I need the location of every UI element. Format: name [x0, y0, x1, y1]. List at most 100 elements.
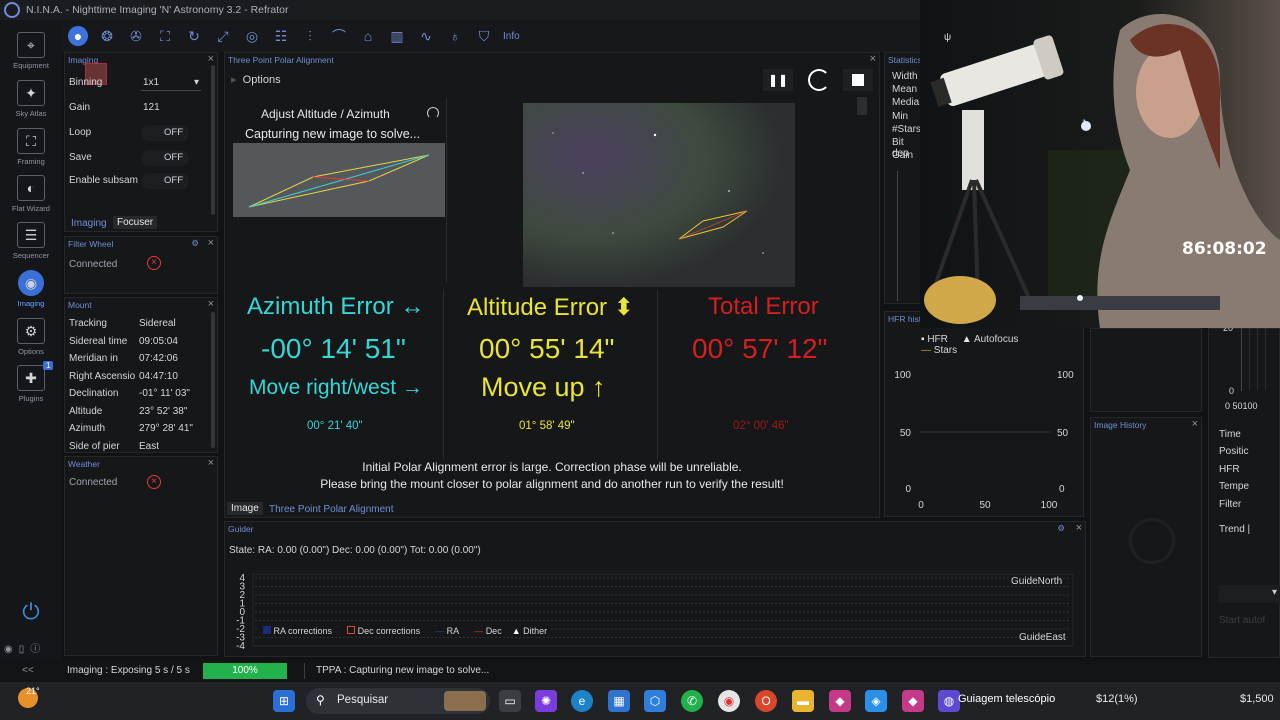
focus-icon[interactable]: ⛶ [155, 26, 175, 46]
chrome-icon[interactable]: ◉ [718, 690, 740, 712]
weather-header: Weather × [65, 457, 217, 471]
close-icon[interactable]: × [1076, 522, 1082, 534]
plugins-badge: 1 [43, 361, 54, 370]
info-label[interactable]: Info [503, 31, 520, 42]
windows-start-icon[interactable]: ⊞ [273, 690, 295, 712]
nav-imaging[interactable]: ◉ Imaging [0, 270, 62, 308]
af-grid-line [1257, 327, 1258, 391]
tab-image[interactable]: Image [227, 502, 263, 515]
adjust-icon[interactable]: ⫶ [300, 26, 320, 46]
hfr-y-tick: 100 [894, 370, 911, 381]
close-icon[interactable]: × [870, 53, 876, 65]
azimuth-error-heading: Azimuth Error ↔ [247, 293, 425, 320]
gain-input[interactable]: 121 [143, 102, 160, 113]
opera-icon[interactable]: O [755, 690, 777, 712]
bulb-icon[interactable]: ♁ [445, 26, 465, 46]
app-blue-icon[interactable]: ◈ [865, 690, 887, 712]
nav-flat-wizard[interactable]: ◐ Flat Wizard [0, 175, 62, 213]
telescope-icon[interactable]: ⤢ [213, 26, 233, 46]
obs-icon[interactable]: ◍ [938, 690, 960, 712]
divider [446, 97, 447, 283]
close-icon[interactable]: × [208, 53, 214, 65]
disconnected-icon[interactable]: × [147, 256, 161, 270]
task-view-icon[interactable]: ▭ [499, 690, 521, 712]
close-icon[interactable]: × [1192, 418, 1198, 430]
close-icon[interactable]: × [208, 298, 214, 310]
save-label: Save [69, 152, 92, 163]
hfr-y-tick-right: 100 [1057, 370, 1074, 381]
altitude-sub-value: 01° 58' 49" [519, 420, 575, 432]
scrollbar[interactable] [211, 65, 215, 215]
loop-toggle[interactable]: OFF [141, 125, 189, 141]
close-icon[interactable]: × [208, 457, 214, 469]
close-icon[interactable]: × [208, 237, 214, 249]
disconnected-icon[interactable]: × [147, 475, 161, 489]
observatory-icon[interactable]: ⌂ [358, 26, 378, 46]
subsample-toggle[interactable]: OFF [141, 173, 189, 189]
stop-button[interactable] [843, 69, 873, 91]
hfr-y-tick-right: 50 [1057, 428, 1069, 439]
camera-icon[interactable]: ❂ [97, 26, 117, 46]
filter-wheel-status: Connected [69, 259, 118, 270]
save-toggle[interactable]: OFF [141, 150, 189, 166]
imaging-dock-icon[interactable]: ● [68, 26, 88, 46]
app-pink-icon[interactable]: ◆ [829, 690, 851, 712]
scrollbar[interactable] [857, 97, 867, 115]
nav-framing[interactable]: ⛶ Framing [0, 128, 62, 166]
rotator-icon[interactable]: ↻ [184, 26, 204, 46]
tab-imaging[interactable]: Imaging [67, 217, 111, 230]
dome-icon[interactable]: ⌒ [329, 26, 349, 46]
nav-plugins[interactable]: ✚ Plugins 1 [0, 361, 62, 403]
mount-header: Mount × [65, 298, 217, 312]
start-autofocus-button[interactable]: Start autof [1219, 615, 1265, 626]
copilot-icon[interactable]: ✺ [535, 690, 557, 712]
whatsapp-icon[interactable]: ✆ [681, 690, 703, 712]
autofocus-select[interactable]: ▾ [1219, 585, 1280, 603]
divider [443, 289, 444, 459]
active-app-label[interactable]: Guiagem telescópio [958, 693, 1055, 705]
nav-sequencer[interactable]: ☰ Sequencer [0, 222, 62, 260]
nav-equipment[interactable]: ⌖ Equipment [0, 32, 62, 70]
imaging-panel: Imaging × Binning 1x1 ▾ Gain 121 Loop OFF … [64, 52, 218, 232]
settings-icon[interactable]: ⚙ [191, 238, 199, 249]
histogram-icon[interactable]: ▥ [387, 26, 407, 46]
total-error-heading: Total Error [708, 293, 819, 320]
overlay-mark: ψ [944, 32, 952, 43]
scrollbar[interactable] [211, 312, 215, 448]
file-explorer-icon[interactable]: ▬ [792, 690, 814, 712]
warning-line-2: Please bring the mount closer to polar a… [320, 477, 784, 491]
view-icons[interactable]: ◉▯ⓘ [4, 640, 46, 655]
warning-line-1: Initial Polar Alignment error is large. … [362, 460, 742, 474]
autofocus-row-label: HFR [1219, 463, 1240, 475]
edge-icon[interactable]: e [571, 690, 593, 712]
nav-sky-atlas[interactable]: ✦ Sky Atlas [0, 80, 62, 118]
hfr-x-tick: 50 [979, 500, 991, 511]
shield-icon[interactable]: ⛉ [474, 26, 494, 46]
guider-y-tick: -4 [236, 641, 245, 652]
left-nav: ⌖ Equipment ✦ Sky Atlas ⛶ Framing ◐ Flat Wiz… [0, 20, 62, 660]
tab-three-point-polar-alignment[interactable]: Three Point Polar Alignment [265, 503, 398, 516]
filter-wheel-icon[interactable]: ✇ [126, 26, 146, 46]
store-icon[interactable]: ▦ [608, 690, 630, 712]
loop-label: Loop [69, 127, 92, 138]
options-expander[interactable]: ▸ Options [231, 73, 281, 86]
mount-row-value: 04:47:10 [139, 370, 178, 382]
tab-focuser[interactable]: Focuser [113, 216, 158, 229]
power-icon[interactable]: ⏻ [18, 600, 44, 626]
autofocus-row-label: Trend | [1219, 524, 1251, 535]
graph-icon[interactable]: ∿ [416, 26, 436, 46]
refresh-icon[interactable] [808, 69, 830, 91]
app-pink-2-icon[interactable]: ◆ [902, 690, 924, 712]
ra-swatch: — [435, 626, 445, 636]
statistics-row-label: Media [892, 97, 920, 109]
settings-icon[interactable]: ⚙ [1057, 523, 1065, 534]
guider-icon[interactable]: ◎ [242, 26, 262, 46]
collapse-button[interactable]: << [22, 665, 34, 676]
binning-select[interactable]: 1x1 ▾ [141, 75, 201, 91]
taskbar-search[interactable]: ⚲ Pesquisar [306, 688, 490, 714]
pause-button[interactable]: ❚❚ [763, 69, 793, 91]
nav-options[interactable]: ⚙ Options [0, 318, 62, 356]
app-cube-icon[interactable]: ⬡ [644, 690, 666, 712]
sequence-list-icon[interactable]: ☷ [271, 26, 291, 46]
hfr-legend-marker: ▪ [921, 334, 925, 345]
